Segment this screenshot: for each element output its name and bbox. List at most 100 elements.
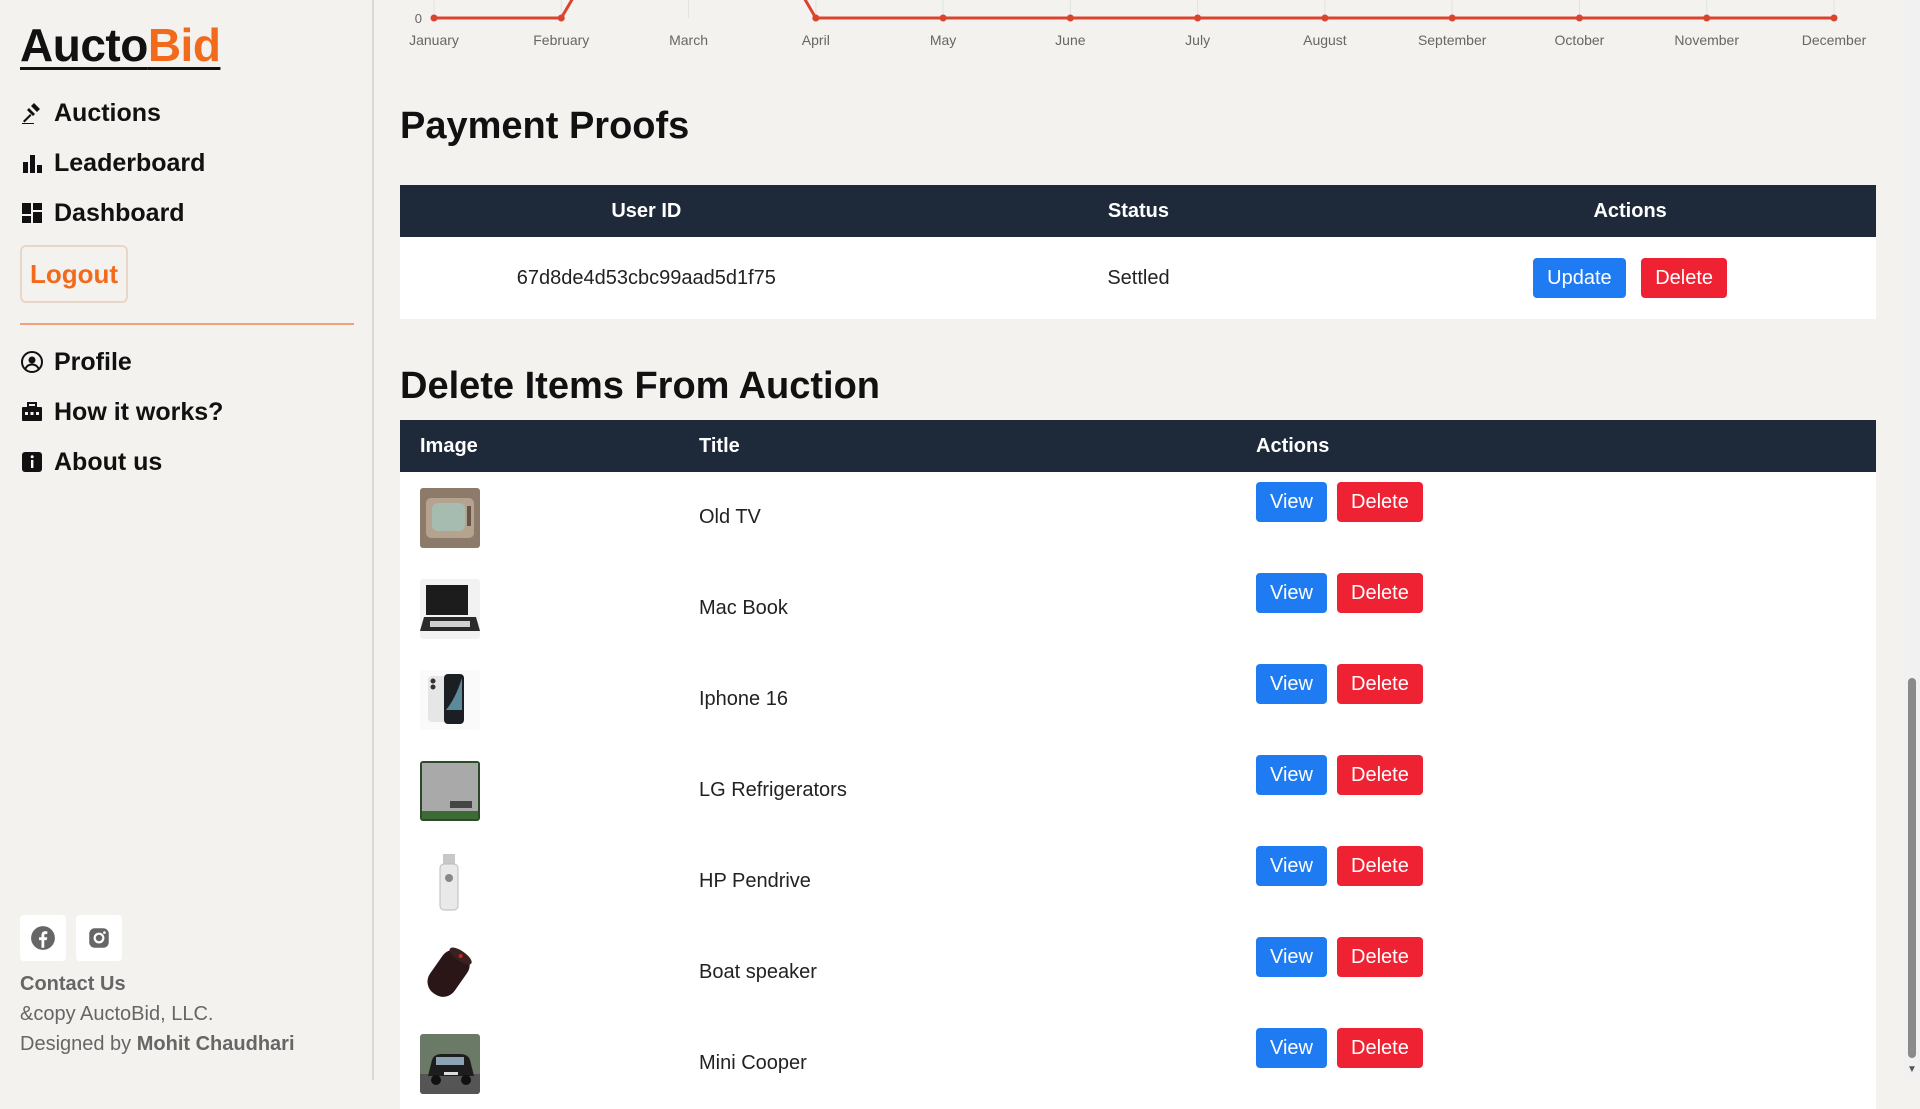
table-row: Mac Book View Delete (400, 563, 1876, 654)
x-tick-label: June (1055, 32, 1086, 48)
actions-cell: View Delete (1255, 927, 1876, 1018)
nav-item-auctions[interactable]: Auctions (20, 88, 205, 138)
designed-prefix: Designed by (20, 1033, 132, 1055)
nav-label: Dashboard (54, 198, 185, 227)
data-point[interactable] (812, 14, 820, 22)
x-tick-label: November (1674, 32, 1739, 48)
speaker-thumbnail (420, 942, 480, 1003)
item-title: Boat speaker (699, 961, 817, 983)
mini-cooper-thumbnail (420, 1033, 480, 1094)
data-point[interactable] (557, 14, 565, 22)
item-title: HP Pendrive (699, 870, 811, 892)
view-button[interactable]: View (1256, 846, 1327, 886)
image-cell (400, 836, 698, 927)
image-cell (400, 563, 698, 654)
actions-cell: View Delete (1255, 654, 1876, 745)
data-point[interactable] (430, 14, 438, 22)
payment-proofs-title: Payment Proofs (400, 105, 690, 147)
nav-label: Profile (54, 347, 132, 376)
data-point[interactable] (1830, 14, 1838, 22)
social-links (20, 915, 122, 961)
instagram-link[interactable] (76, 915, 122, 961)
x-tick-label: February (533, 32, 589, 48)
pendrive-thumbnail (420, 851, 480, 912)
logout-button[interactable]: Logout (20, 245, 128, 303)
data-point[interactable] (1575, 14, 1583, 22)
table-header-row: Image Title Actions (400, 420, 1876, 472)
image-cell (400, 1018, 698, 1109)
table-row: Old TV View Delete (400, 472, 1876, 563)
item-title: LG Refrigerators (699, 779, 847, 801)
nav-item-how-it-works[interactable]: How it works? (20, 387, 223, 437)
nav-label: Leaderboard (54, 148, 206, 177)
sidebar: AuctoBid Auctions Leaderboard Dashboard … (0, 0, 374, 1080)
nav-item-dashboard[interactable]: Dashboard (20, 188, 205, 238)
column-header: Actions (1384, 185, 1876, 237)
image-cell (400, 654, 698, 745)
column-header: Actions (1255, 420, 1876, 472)
data-point[interactable] (1194, 14, 1202, 22)
nav-label: How it works? (54, 397, 224, 426)
primary-nav: Auctions Leaderboard Dashboard (20, 88, 205, 238)
data-point[interactable] (939, 14, 947, 22)
x-tick-label: July (1185, 32, 1210, 48)
macbook-thumbnail (420, 578, 480, 639)
old-tv-thumbnail (420, 487, 480, 548)
x-tick-label: August (1303, 32, 1347, 48)
actions-cell: View Delete (1255, 472, 1876, 563)
user-id-cell: 67d8de4d53cbc99aad5d1f75 (516, 266, 776, 289)
table-row: Iphone 16 View Delete (400, 654, 1876, 745)
view-button[interactable]: View (1256, 664, 1327, 704)
monthly-chart: 0 January February March April May June July Aug… (400, 0, 1876, 60)
delete-button[interactable]: Delete (1337, 482, 1423, 522)
item-title: Mac Book (699, 597, 788, 619)
data-point[interactable] (1703, 14, 1711, 22)
column-header: Image (400, 420, 698, 472)
view-button[interactable]: View (1256, 573, 1327, 613)
data-point[interactable] (1066, 14, 1074, 22)
item-title: Iphone 16 (699, 688, 788, 710)
contact-us-link[interactable]: Contact Us (20, 973, 126, 996)
actions-cell: View Delete (1255, 745, 1876, 836)
info-icon (22, 452, 42, 472)
delete-button[interactable]: Delete (1337, 846, 1423, 886)
sidebar-divider (20, 323, 354, 325)
logo-text-accent: Bid (147, 19, 221, 71)
data-point[interactable] (1321, 14, 1329, 22)
actions-cell: View Delete (1255, 1018, 1876, 1109)
user-circle-icon (21, 351, 43, 373)
table-row: LG Refrigerators View Delete (400, 745, 1876, 836)
page-scrollbar[interactable]: ▼ (1904, 0, 1920, 1080)
scroll-down-arrow-icon[interactable]: ▼ (1907, 1064, 1917, 1075)
column-header: Title (698, 420, 1255, 472)
delete-button[interactable]: Delete (1337, 937, 1423, 977)
facebook-icon (31, 926, 55, 950)
nav-item-leaderboard[interactable]: Leaderboard (20, 138, 205, 188)
designer-credit: Designed by Mohit Chaudhari (20, 1033, 295, 1056)
view-button[interactable]: View (1256, 755, 1327, 795)
delete-button[interactable]: Delete (1337, 755, 1423, 795)
bar-chart-icon (23, 155, 42, 173)
update-button[interactable]: Update (1533, 258, 1626, 298)
view-button[interactable]: View (1256, 1028, 1327, 1068)
copyright-text: &copy AuctoBid, LLC. (20, 1003, 214, 1025)
delete-button[interactable]: Delete (1337, 573, 1423, 613)
refrigerator-thumbnail (420, 760, 480, 821)
facebook-link[interactable] (20, 915, 66, 961)
nav-item-about-us[interactable]: About us (20, 437, 223, 487)
data-point[interactable] (1448, 14, 1456, 22)
nav-item-profile[interactable]: Profile (20, 337, 223, 387)
table-header-row: User ID Status Actions (400, 185, 1876, 237)
secondary-nav: Profile How it works? About us (20, 337, 223, 487)
delete-button[interactable]: Delete (1337, 1028, 1423, 1068)
instagram-icon (89, 928, 109, 948)
y-tick-label: 0 (415, 11, 422, 26)
view-button[interactable]: View (1256, 482, 1327, 522)
view-button[interactable]: View (1256, 937, 1327, 977)
nav-label: Auctions (54, 98, 161, 127)
delete-button[interactable]: Delete (1641, 258, 1728, 298)
scrollbar-thumb[interactable] (1908, 678, 1916, 1058)
x-tick-label: September (1418, 32, 1487, 48)
delete-button[interactable]: Delete (1337, 664, 1423, 704)
logo[interactable]: AuctoBid (20, 18, 221, 72)
